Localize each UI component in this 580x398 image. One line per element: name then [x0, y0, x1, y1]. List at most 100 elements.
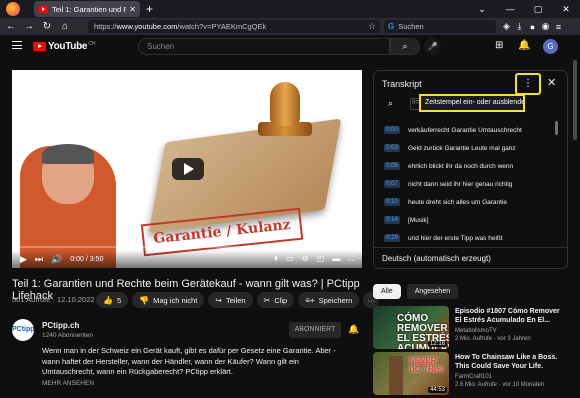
browser-tab[interactable]: Teil 1: Garantien und Rechte be ✕: [34, 1, 140, 17]
next-icon[interactable]: ⏭: [35, 254, 43, 265]
video-description: Wenn man in der Schweiz ein Gerät kauft,…: [42, 346, 336, 376]
pocket-icon[interactable]: ◈: [500, 21, 513, 32]
youtube-header: YouTube CH Suchen ⌕ 🎤 ⊞ 🔔 G: [0, 35, 580, 59]
play-icon[interactable]: ▶: [20, 254, 27, 265]
transcript-panel: Transkript ⋮ ✕ ⌕ Im Zeitstempel ein- ode…: [373, 70, 568, 269]
progress-bar[interactable]: [20, 246, 354, 248]
transcript-line[interactable]: 0:14 [Musik]: [384, 211, 559, 229]
channel-avatar[interactable]: PCtipp: [12, 319, 35, 341]
back-icon[interactable]: ←: [4, 21, 18, 32]
search-input[interactable]: Suchen: [138, 38, 390, 55]
fullscreen-icon[interactable]: ⛶: [348, 254, 354, 264]
recommendation-title[interactable]: Episodio #1807 Cómo Remover El Estrés Ac…: [455, 307, 565, 325]
transcript-language-selector[interactable]: Deutsch (automatisch erzeugt): [374, 247, 567, 269]
recommendation-channel[interactable]: MetabolismoTV: [455, 328, 497, 334]
like-button[interactable]: 👍 5: [96, 292, 129, 308]
menu-icon[interactable]: ≡: [552, 22, 565, 32]
notification-bell-icon[interactable]: 🔔: [348, 324, 359, 335]
presenter-hair: [42, 144, 94, 164]
reload-icon[interactable]: ↻: [40, 21, 54, 32]
transcript-timestamp[interactable]: 0:07: [384, 180, 400, 188]
transcript-more-options-button[interactable]: ⋮: [515, 73, 541, 95]
account-icon[interactable]: ◉: [539, 21, 552, 32]
stamp-handle: [270, 82, 300, 126]
transcript-timestamp[interactable]: 0:00: [384, 126, 400, 134]
video-thumbnail[interactable]: NEVER DO THIS! 44:53: [373, 352, 449, 395]
settings-gear-icon[interactable]: ⚙: [302, 254, 309, 264]
like-count: 5: [116, 295, 122, 305]
duration-badge: 44:53: [427, 387, 447, 393]
transcript-line[interactable]: 0:06 ehrlich blickt ihr da noch durch wen…: [384, 157, 559, 175]
video-player[interactable]: Garantie / Kulanz ▶ ⏭ 🔊 0:00 / 3:50 ⏵ ▭ …: [12, 70, 362, 268]
transcript-text: Geld zurück Garantie Leute mal ganz: [408, 144, 516, 152]
browser-search-bar[interactable]: G Suchen: [384, 20, 496, 33]
notifications-bell-icon[interactable]: 🔔: [518, 40, 530, 51]
transcript-timestamp[interactable]: 0:06: [384, 162, 400, 170]
page-scrollbar[interactable]: [573, 60, 577, 140]
subtitles-icon[interactable]: ▭: [286, 254, 294, 264]
search-icon: ⌕: [402, 41, 408, 51]
avatar[interactable]: G: [543, 39, 558, 54]
recommendation-channel[interactable]: FarmCraft101: [455, 374, 492, 380]
save-button[interactable]: ≡+ Speichern: [298, 292, 360, 308]
create-video-icon[interactable]: ⊞: [495, 40, 503, 51]
dislike-button[interactable]: 👎 Mag ich nicht: [132, 292, 205, 308]
recommendation-item[interactable]: CÓMO REMOVER EL ESTRÉS ACUMULADO 12:16 E…: [373, 306, 568, 350]
share-button[interactable]: ↪ Teilen: [208, 292, 253, 308]
transcript-timestamp[interactable]: 0:03: [384, 144, 400, 152]
transcript-line[interactable]: 0:07 nicht dann seid ihr hier genau richt…: [384, 175, 559, 193]
clip-button[interactable]: ✂ Clip: [256, 292, 295, 308]
google-icon: G: [388, 22, 395, 31]
miniplayer-icon[interactable]: ◰: [317, 254, 325, 264]
clip-label: Clip: [274, 295, 288, 305]
forward-icon[interactable]: →: [22, 21, 36, 32]
show-more-link[interactable]: MEHR ANSEHEN: [42, 380, 94, 387]
dislike-label: Mag ich nicht: [153, 295, 198, 305]
transcript-line[interactable]: 0:03 Geld zurück Garantie Leute mal ganz: [384, 139, 559, 157]
home-icon[interactable]: ⌂: [58, 21, 72, 32]
url-bar[interactable]: https://www.youtube.com/watch?v=PYAEKmCg…: [88, 20, 380, 33]
video-thumbnail[interactable]: CÓMO REMOVER EL ESTRÉS ACUMULADO 12:16: [373, 306, 449, 349]
firefox-icon[interactable]: [6, 2, 20, 16]
downloads-icon[interactable]: ⤓: [513, 21, 526, 32]
youtube-logo[interactable]: YouTube CH: [33, 41, 95, 52]
volume-icon[interactable]: 🔊: [51, 254, 62, 265]
close-tab-icon[interactable]: ✕: [129, 5, 136, 14]
search-button[interactable]: ⌕: [390, 38, 420, 55]
transcript-title: Transkript: [382, 79, 422, 89]
transcript-line[interactable]: 0:00 verkäuferrecht Garantie Umtauschrech…: [384, 121, 559, 139]
transcript-line[interactable]: 0:29 und hier der erste Tipp was heißt: [384, 229, 559, 247]
new-tab-button[interactable]: +: [146, 2, 153, 16]
transcript-timestamp[interactable]: 0:29: [384, 234, 400, 242]
transcript-timestamp[interactable]: 0:14: [384, 216, 400, 224]
thumbs-down-icon: 👎: [139, 295, 150, 305]
list-all-tabs-icon[interactable]: ⌄: [468, 0, 496, 18]
thumbs-up-icon: 👍: [103, 295, 113, 305]
vertical-dots-icon: ⋮: [523, 78, 533, 89]
large-play-button[interactable]: [172, 158, 204, 180]
maximize-icon[interactable]: ▢: [524, 0, 552, 18]
subscribe-button[interactable]: ABONNIERT: [289, 322, 341, 338]
transcript-text: und hier der erste Tipp was heißt: [408, 234, 503, 242]
close-window-icon[interactable]: ✕: [552, 0, 580, 18]
microphone-icon[interactable]: 🎤: [424, 38, 441, 55]
transcript-timestamp[interactable]: 0:10: [384, 198, 400, 206]
bookmark-star-icon[interactable]: ☆: [368, 20, 376, 33]
recommendation-item[interactable]: NEVER DO THIS! 44:53 How To Chainsaw Lik…: [373, 352, 568, 396]
transcript-text: verkäuferrecht Garantie Umtauschrecht: [408, 126, 522, 134]
minimize-icon[interactable]: —: [496, 0, 524, 18]
theater-mode-icon[interactable]: ▬: [332, 254, 340, 264]
autoplay-toggle-icon[interactable]: ⏵: [274, 254, 278, 264]
filter-chips: Alle Angesehen: [373, 284, 459, 299]
chip-angesehen[interactable]: Angesehen: [406, 284, 459, 299]
transcript-scrollbar[interactable]: [555, 121, 558, 135]
recommendation-meta: 2.6 Mio. Aufrufe · vor 10 Monaten: [455, 382, 545, 388]
recommendation-title[interactable]: How To Chainsaw Like a Boss. This Could …: [455, 353, 565, 371]
chip-alle[interactable]: Alle: [373, 284, 401, 299]
transcript-line[interactable]: 0:10 heute dreht sich alles um Garantie: [384, 193, 559, 211]
close-icon[interactable]: ✕: [547, 76, 556, 89]
subscriber-count: 1240 Abonnenten: [42, 332, 93, 339]
extension-icon[interactable]: ●: [526, 22, 539, 32]
channel-name[interactable]: PCtipp.ch: [42, 321, 79, 330]
hamburger-menu-icon[interactable]: [12, 41, 22, 49]
